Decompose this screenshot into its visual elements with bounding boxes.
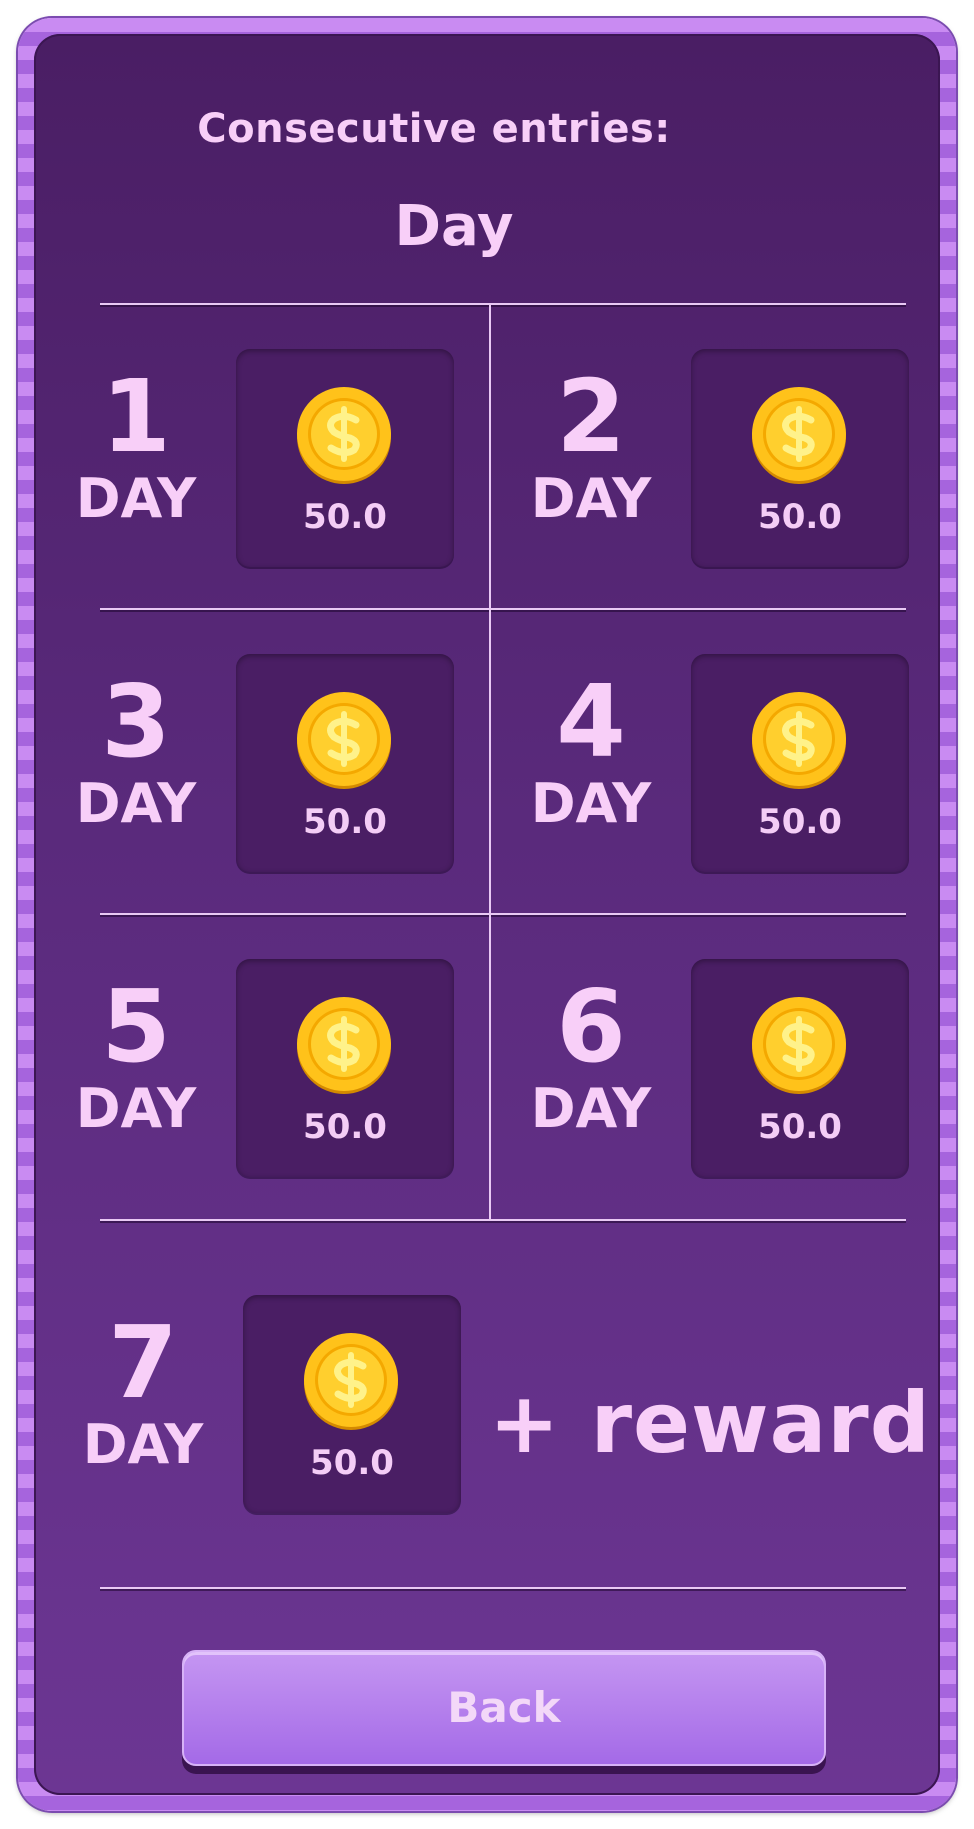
- reward-amount: 50.0: [303, 1107, 387, 1147]
- day-label-group: 6 DAY: [521, 975, 661, 1139]
- day-label-group: 1 DAY: [66, 365, 206, 529]
- day-label: DAY: [75, 467, 197, 530]
- back-button[interactable]: Back: [182, 1650, 826, 1766]
- reward-cell-day-2: 2 DAY 50.0: [491, 305, 940, 610]
- reward-cell-day-6: 6 DAY 50.0: [491, 915, 940, 1220]
- reward-amount: 50.0: [303, 497, 387, 537]
- reward-amount: 50.0: [758, 1107, 842, 1147]
- day-number: 1: [101, 358, 171, 475]
- day-label: DAY: [530, 772, 652, 835]
- dialog-subtitle: Day: [394, 194, 514, 259]
- day-label-group: 4 DAY: [521, 670, 661, 834]
- day-number: 4: [556, 663, 626, 780]
- day-label-group: 7 DAY: [73, 1311, 213, 1475]
- reward-box: 50.0: [236, 654, 454, 872]
- day-label: DAY: [530, 1077, 652, 1140]
- day-number: 3: [101, 663, 171, 780]
- reward-cell-day-4: 4 DAY 50.0: [491, 610, 940, 915]
- day-label-group: 3 DAY: [66, 670, 206, 834]
- reward-box: 50.0: [691, 654, 909, 872]
- coin-icon: [297, 387, 391, 484]
- reward-box: 50.0: [243, 1295, 461, 1513]
- reward-box: 50.0: [236, 349, 454, 567]
- day-number: 2: [556, 358, 626, 475]
- row-divider: [100, 1587, 906, 1589]
- reward-amount: 50.0: [758, 497, 842, 537]
- reward-amount: 50.0: [758, 802, 842, 842]
- bonus-reward-label: + reward: [489, 1374, 931, 1472]
- day-label-group: 5 DAY: [66, 975, 206, 1139]
- reward-box: 50.0: [691, 959, 909, 1177]
- reward-amount: 50.0: [310, 1443, 394, 1483]
- day-label: DAY: [75, 772, 197, 835]
- daily-rewards-panel: Consecutive entries: Day 1 DAY 50.0 2 DA…: [34, 34, 940, 1795]
- coin-icon: [752, 692, 846, 789]
- reward-box: 50.0: [691, 349, 909, 567]
- day-label-group: 2 DAY: [521, 365, 661, 529]
- coin-icon: [752, 997, 846, 1094]
- reward-amount: 50.0: [303, 802, 387, 842]
- coin-icon: [297, 692, 391, 789]
- reward-cell-day-5: 5 DAY 50.0: [36, 915, 489, 1220]
- reward-cell-day-7: 7 DAY 50.0: [43, 1251, 503, 1556]
- dialog-title: Consecutive entries:: [197, 106, 671, 152]
- day-number: 5: [101, 968, 171, 1085]
- day-label: DAY: [530, 467, 652, 530]
- dialog-frame: Consecutive entries: Day 1 DAY 50.0 2 DA…: [18, 18, 956, 1811]
- reward-cell-day-3: 3 DAY 50.0: [36, 610, 489, 915]
- day-number: 7: [108, 1304, 178, 1421]
- reward-cell-day-1: 1 DAY 50.0: [36, 305, 489, 610]
- day-label: DAY: [75, 1077, 197, 1140]
- reward-box: 50.0: [236, 959, 454, 1177]
- coin-icon: [752, 387, 846, 484]
- coin-icon: [297, 997, 391, 1094]
- day-number: 6: [556, 968, 626, 1085]
- day-label: DAY: [82, 1413, 204, 1476]
- coin-icon: [304, 1333, 398, 1430]
